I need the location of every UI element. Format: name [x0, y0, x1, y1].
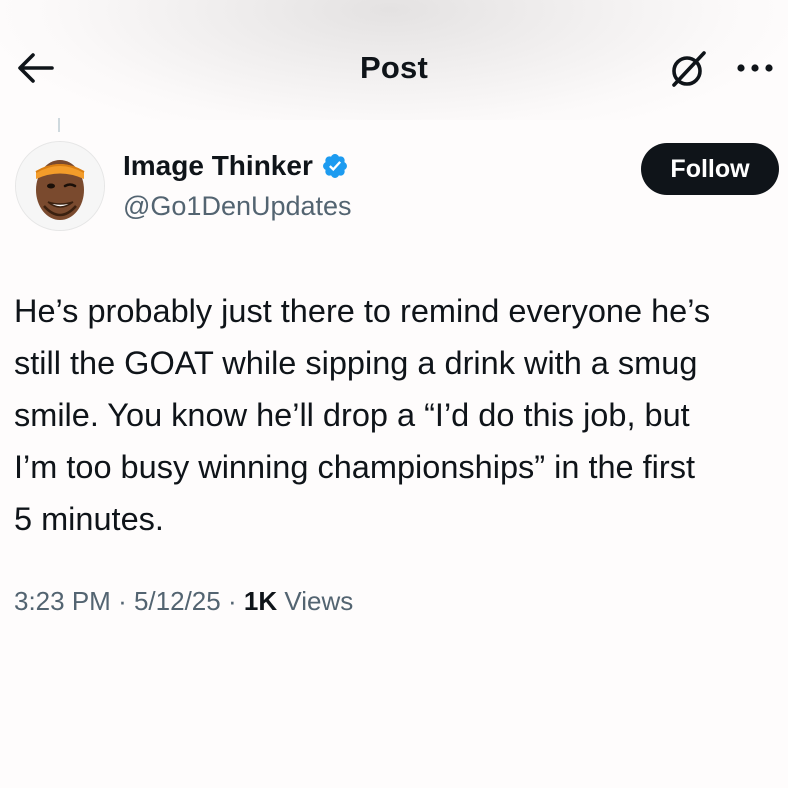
author-name[interactable]: Image Thinker: [123, 150, 313, 182]
author-name-row[interactable]: Image Thinker: [123, 150, 349, 182]
grok-button[interactable]: [666, 46, 712, 92]
more-horizontal-icon: [737, 64, 773, 72]
more-options-button[interactable]: [733, 52, 777, 84]
separator-dot-2: ·: [227, 586, 237, 616]
thread-connector-line: [58, 118, 60, 132]
post-time[interactable]: 3:23 PM: [14, 586, 111, 616]
views-count[interactable]: 1K: [244, 586, 277, 616]
avatar-cartoon-face-icon: [16, 142, 104, 230]
avatar[interactable]: [15, 141, 105, 231]
verified-badge-icon: [322, 154, 347, 178]
post-text: He’s probably just there to remind every…: [14, 293, 711, 537]
views-label: Views: [284, 586, 354, 616]
top-bar: Post: [0, 0, 788, 120]
author-handle[interactable]: @Go1DenUpdates: [123, 191, 352, 222]
post-date[interactable]: 5/12/25: [134, 586, 221, 616]
post-metadata: 3:23 PM · 5/12/25 · 1K Views: [14, 586, 353, 617]
follow-button[interactable]: Follow: [641, 143, 779, 195]
grok-icon: [672, 51, 706, 87]
separator-dot: ·: [118, 586, 127, 616]
